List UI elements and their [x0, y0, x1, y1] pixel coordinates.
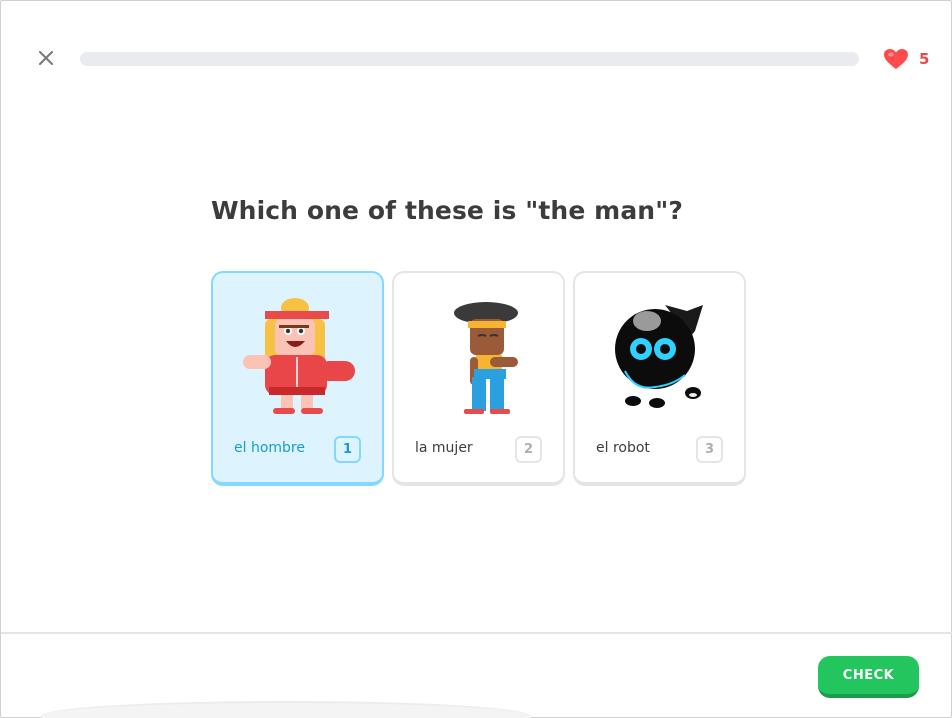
choice-card-el-hombre[interactable]: el hombre 1 [211, 271, 384, 486]
footer-divider [1, 632, 952, 634]
choice-label: el hombre [234, 440, 305, 456]
choice-key-hint: 2 [515, 436, 542, 463]
close-button[interactable] [35, 47, 57, 69]
man-character-image [243, 298, 355, 414]
close-icon [39, 51, 53, 65]
choice-key-hint: 3 [696, 436, 723, 463]
woman-character-image [454, 302, 518, 414]
robot-character-image [615, 305, 703, 408]
hearts-count: 5 [919, 50, 930, 68]
bottom-panel-edge [41, 701, 531, 718]
choice-key-hint: 1 [334, 436, 361, 463]
choice-label: la mujer [415, 440, 473, 456]
lesson-progress-bar [80, 52, 859, 66]
choice-label: el robot [596, 440, 650, 456]
choice-card-el-robot[interactable]: el robot 3 [573, 271, 746, 486]
hearts-counter[interactable]: 5 [883, 47, 929, 71]
heart-icon [884, 49, 908, 69]
question-prompt: Which one of these is "the man"? [211, 196, 683, 225]
choice-list: el hombre 1 la mujer 2 el robot 3 [211, 271, 746, 486]
choice-card-la-mujer[interactable]: la mujer 2 [392, 271, 565, 486]
check-button[interactable]: CHECK [818, 656, 919, 698]
app-window: 5 Which one of these is "the man"? el ho… [0, 0, 952, 718]
